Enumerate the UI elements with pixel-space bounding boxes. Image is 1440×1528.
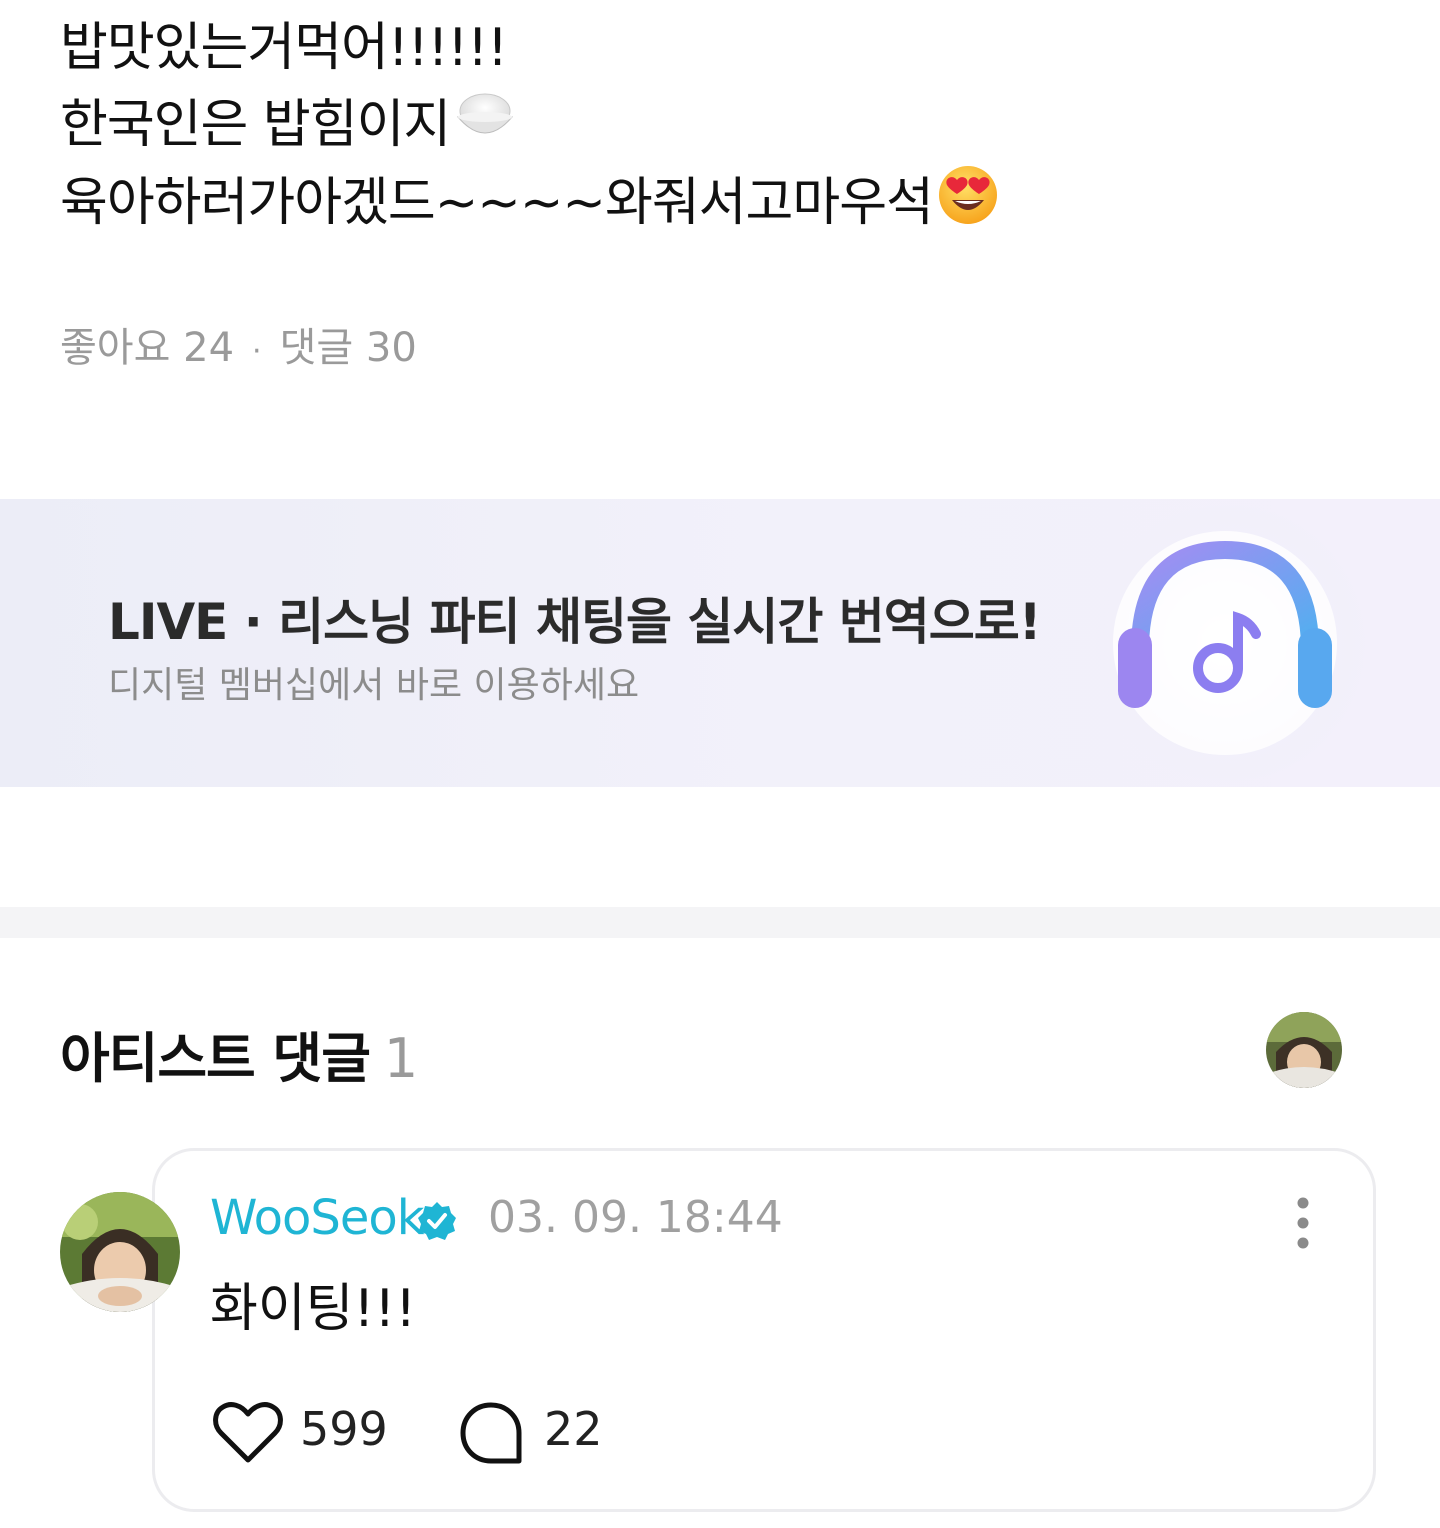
stats-separator: · <box>252 334 262 369</box>
likes-count[interactable]: 좋아요 24 <box>60 325 234 371</box>
post-line-2: 한국인은 밥힘이지 <box>60 87 1380 164</box>
author-avatar[interactable] <box>60 1192 180 1312</box>
headphones-music-icon <box>1080 500 1370 786</box>
heart-icon[interactable] <box>212 1400 284 1466</box>
artist-comments-label: 아티스트 댓글 <box>60 1027 371 1090</box>
post-line-3: 육아하러가아겠드~~~~와줘서고마우석 <box>60 164 1380 241</box>
comments-count[interactable]: 댓글 30 <box>280 325 417 371</box>
artist-comments-title: 아티스트 댓글 1 <box>60 1014 418 1093</box>
comment-text: 화이팅!!! <box>210 1279 417 1339</box>
post-stats: 좋아요 24 · 댓글 30 <box>60 318 417 382</box>
banner-subtitle: 디지털 멤버십에서 바로 이용하세요 <box>108 665 640 706</box>
heart-eyes-icon <box>937 164 999 248</box>
post-line-2-text: 한국인은 밥힘이지 <box>60 95 451 155</box>
comment-reply-count: 22 <box>544 1402 603 1456</box>
post-body: 밥맛있는거먹어!!!!!! 한국인은 밥힘이지 육아하러가아겠드~~~~와줘서고… <box>60 10 1380 241</box>
banner-title[interactable]: LIVE · 리스닝 파티 채팅을 실시간 번역으로! <box>108 582 1042 654</box>
artist-avatar-small[interactable] <box>1266 1012 1342 1088</box>
post-line-1: 밥맛있는거먹어!!!!!! <box>60 18 508 78</box>
verified-badge-icon <box>416 1200 458 1242</box>
reply-bubble-icon[interactable] <box>458 1400 524 1466</box>
comment-like-count: 599 <box>300 1402 388 1456</box>
rice-bowl-icon <box>454 87 516 169</box>
comment-author-name[interactable]: WooSeok <box>210 1190 425 1246</box>
artist-comments-count: 1 <box>383 1027 418 1090</box>
more-options-icon[interactable] <box>1288 1196 1318 1250</box>
section-divider <box>0 907 1440 938</box>
comment-timestamp: 03. 09. 18:44 <box>488 1192 783 1243</box>
post-line-3-text: 육아하러가아겠드~~~~와줘서고마우석 <box>60 173 934 233</box>
